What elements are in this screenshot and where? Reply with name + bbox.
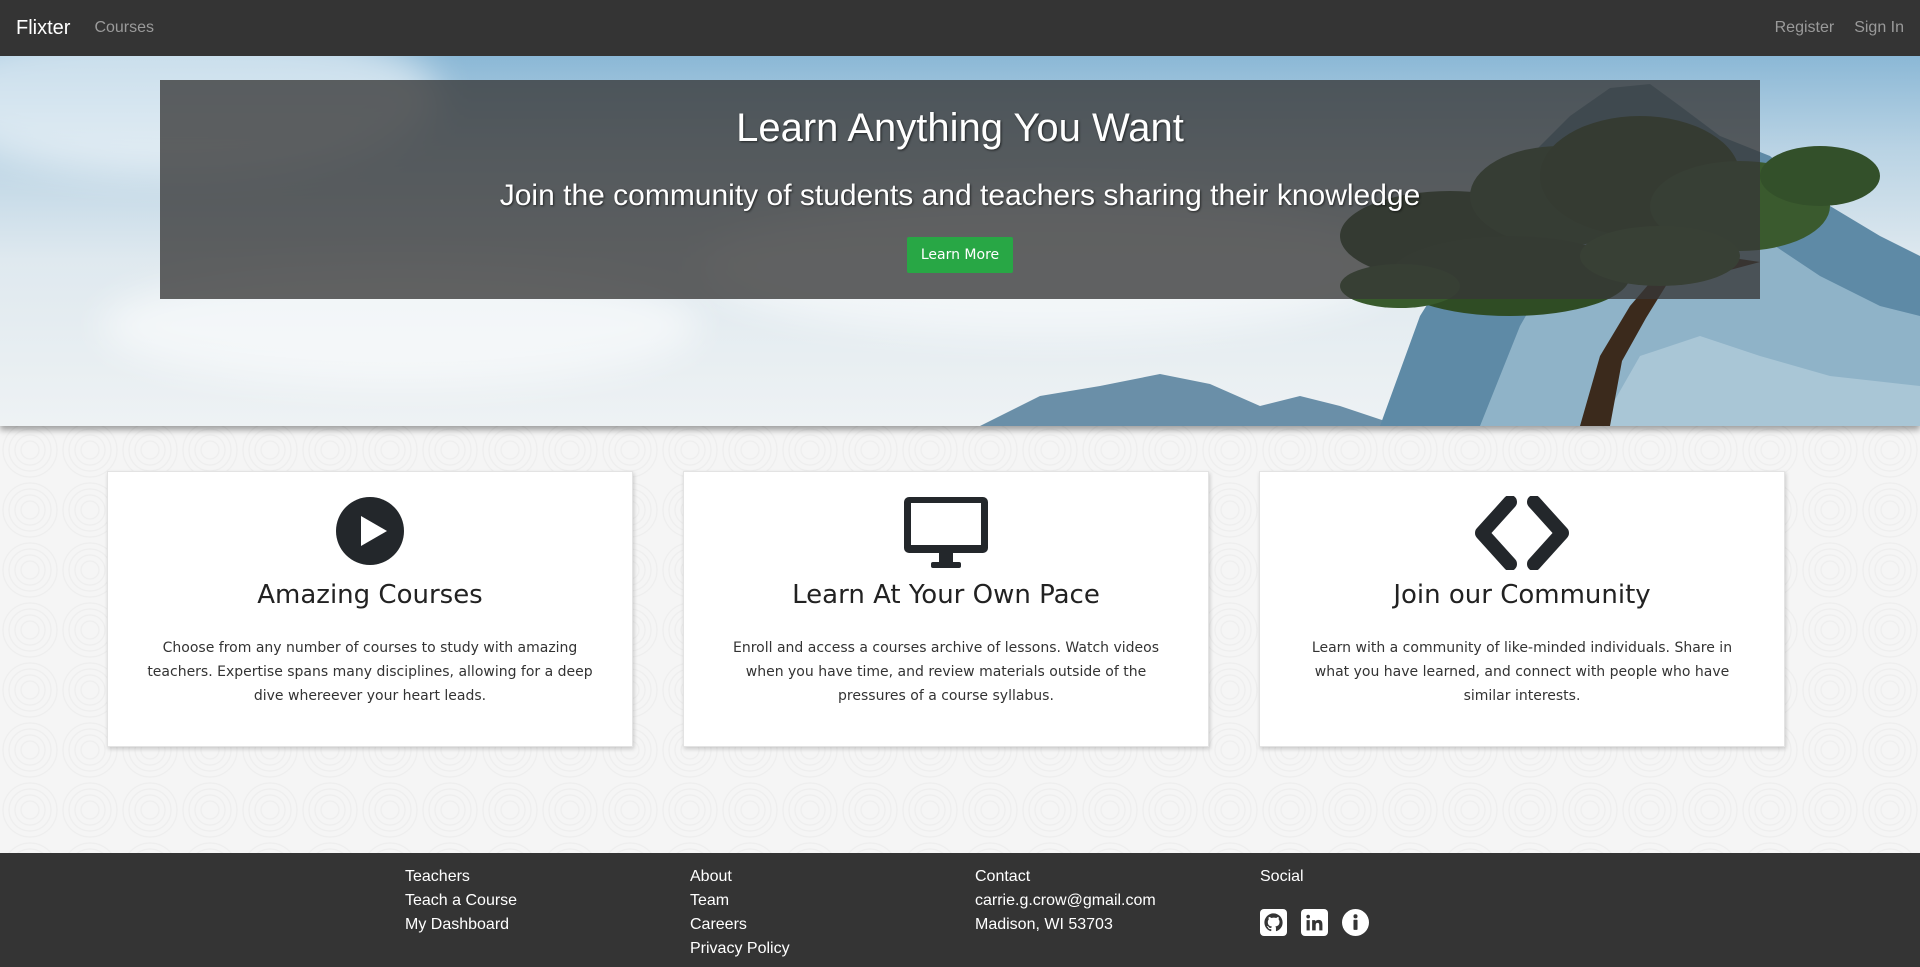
contact-address: Madison, WI 53703: [975, 916, 1113, 933]
footer-col-social: Social: [1260, 865, 1369, 936]
footer-col-contact: Contact carrie.g.crow@gmail.com Madison,…: [975, 865, 1156, 937]
info-icon[interactable]: [1342, 909, 1369, 936]
play-circle-icon: [335, 496, 405, 571]
footer-heading: Social: [1260, 868, 1304, 885]
hero-banner: Learn Anything You Want Join the communi…: [0, 56, 1920, 426]
navbar: Flixter Courses Register Sign In: [0, 0, 1920, 56]
footer-heading: About: [690, 868, 732, 885]
feature-card-courses: Amazing Courses Choose from any number o…: [107, 471, 633, 747]
footer-heading: Contact: [975, 868, 1031, 885]
my-dashboard-link[interactable]: My Dashboard: [405, 913, 517, 937]
learn-more-button[interactable]: Learn More: [906, 237, 1014, 273]
nav-courses-link[interactable]: Courses: [94, 19, 154, 37]
footer: Teachers Teach a Course My Dashboard Abo…: [0, 853, 1920, 967]
hero-title: Learn Anything You Want: [736, 106, 1184, 150]
code-icon: [1472, 495, 1572, 575]
team-link[interactable]: Team: [690, 889, 790, 913]
feature-description: Enroll and access a courses archive of l…: [732, 640, 1160, 704]
hero-overlay: Learn Anything You Want Join the communi…: [160, 80, 1760, 299]
contact-email: carrie.g.crow@gmail.com: [975, 892, 1156, 909]
brand-logo-link[interactable]: Flixter: [16, 17, 70, 40]
footer-heading: Teachers: [405, 868, 470, 885]
teach-a-course-link[interactable]: Teach a Course: [405, 889, 517, 913]
feature-description: Choose from any number of courses to stu…: [147, 640, 593, 704]
register-link[interactable]: Register: [1775, 19, 1835, 37]
feature-description: Learn with a community of like-minded in…: [1311, 640, 1733, 704]
feature-title: Amazing Courses: [257, 580, 483, 610]
github-icon[interactable]: [1260, 909, 1287, 936]
feature-title: Join our Community: [1393, 580, 1651, 610]
social-icons: [1260, 909, 1369, 936]
linkedin-icon[interactable]: [1301, 909, 1328, 936]
feature-card-community: Join our Community Learn with a communit…: [1259, 471, 1785, 747]
feature-title: Learn At Your Own Pace: [792, 580, 1100, 610]
sign-in-link[interactable]: Sign In: [1854, 19, 1904, 37]
hero-subtitle: Join the community of students and teach…: [499, 179, 1421, 212]
nav-right: Register Sign In: [1775, 19, 1904, 37]
desktop-icon: [903, 496, 989, 575]
privacy-policy-link[interactable]: Privacy Policy: [690, 937, 790, 961]
footer-col-teachers: Teachers Teach a Course My Dashboard: [405, 865, 517, 937]
footer-col-about: About Team Careers Privacy Policy: [690, 865, 790, 961]
feature-card-pace: Learn At Your Own Pace Enroll and access…: [683, 471, 1209, 747]
careers-link[interactable]: Careers: [690, 913, 790, 937]
